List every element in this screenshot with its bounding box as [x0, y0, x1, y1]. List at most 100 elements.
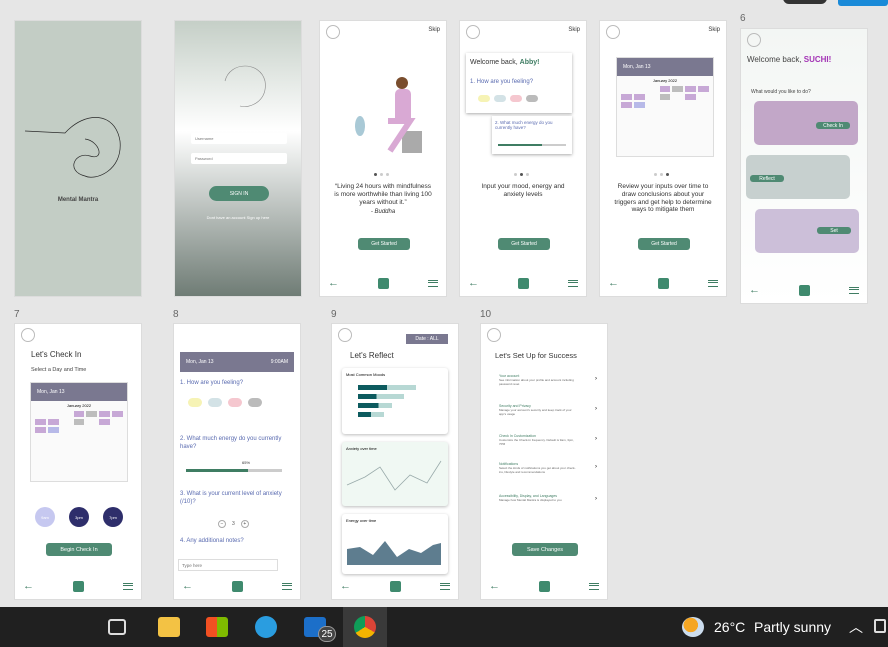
settings-list: Your account See information about your … — [489, 374, 601, 524]
skip-link[interactable]: Skip — [568, 27, 580, 33]
mood-scared[interactable] — [526, 95, 538, 102]
mood-angry[interactable] — [510, 95, 522, 102]
toolbar-button-partial[interactable] — [838, 0, 888, 6]
get-started-button[interactable]: Get Started — [638, 238, 690, 250]
logo-icon — [747, 33, 761, 47]
time-7pm[interactable]: 7pm — [103, 507, 123, 527]
chevron-right-icon: › — [595, 464, 597, 470]
energy-slider[interactable] — [498, 144, 566, 146]
frame-splash: Mental Mantra — [14, 20, 142, 297]
mood-other[interactable] — [268, 398, 282, 407]
mood-happy[interactable] — [188, 398, 202, 407]
weather-icon[interactable] — [682, 617, 704, 637]
home-icon[interactable] — [799, 284, 810, 296]
password-input[interactable] — [191, 153, 287, 164]
energy-pct: 65% — [242, 460, 251, 465]
calendar[interactable]: Mon, Jan 13 January 2022 — [30, 382, 128, 482]
menu-icon[interactable] — [428, 279, 438, 287]
settings-row-security[interactable]: Security and Privacy Manage your account… — [489, 404, 601, 434]
setting-desc: Customize the Check-In frequency. Defaul… — [499, 438, 574, 446]
back-arrow-icon[interactable]: ← — [749, 284, 760, 296]
menu-icon[interactable] — [123, 582, 133, 590]
moods-chart-title: Most Common Moods — [346, 372, 386, 377]
back-arrow-icon[interactable]: ← — [182, 580, 193, 592]
back-arrow-icon[interactable]: ← — [340, 580, 351, 592]
home-icon[interactable] — [539, 580, 550, 592]
plus-icon[interactable]: + — [240, 520, 249, 528]
menu-icon[interactable] — [849, 286, 859, 294]
menu-icon[interactable] — [282, 582, 292, 590]
menu-icon[interactable] — [440, 582, 450, 590]
get-started-button[interactable]: Get Started — [498, 238, 550, 250]
back-arrow-icon[interactable]: ← — [468, 277, 479, 289]
check-in-button[interactable]: Check In — [816, 122, 850, 129]
chevron-right-icon: › — [595, 436, 597, 442]
home-icon[interactable] — [658, 277, 669, 289]
frame-onboarding-1: Skip “Living 24 hours with mindfulness i… — [319, 20, 447, 297]
set-button[interactable]: Set — [817, 227, 851, 234]
anxiety-stepper[interactable]: − 3 + — [218, 520, 249, 528]
notes-input[interactable] — [178, 559, 278, 571]
home-icon[interactable] — [518, 277, 529, 289]
back-arrow-icon[interactable]: ← — [489, 580, 500, 592]
menu-icon[interactable] — [568, 279, 578, 287]
reflect-button[interactable]: Reflect — [750, 175, 784, 182]
menu-icon[interactable] — [708, 279, 718, 287]
energy-card: 2. What much energy do you currently hav… — [492, 116, 572, 154]
date-filter-badge[interactable]: Date : ALL — [406, 334, 448, 344]
menu-icon[interactable] — [589, 582, 599, 590]
signup-prompt: Dont have an account Sign up here — [175, 215, 301, 220]
mood-scared[interactable] — [248, 398, 262, 407]
brain-line-art — [25, 117, 121, 178]
edge-icon[interactable] — [255, 616, 277, 638]
back-arrow-icon[interactable]: ← — [23, 580, 34, 592]
record-indicator-partial — [783, 0, 827, 4]
bottom-nav: ← — [741, 277, 867, 303]
skip-link[interactable]: Skip — [428, 27, 440, 33]
begin-check-in-button[interactable]: Begin Check In — [46, 543, 112, 556]
page-dots — [654, 173, 669, 176]
energy-slider[interactable] — [186, 469, 282, 472]
check-in-card[interactable]: Check In — [754, 101, 858, 145]
energy-area — [347, 541, 441, 565]
welcome-card: Welcome back, Abby! 1. How are you feeli… — [466, 53, 572, 113]
chrome-icon[interactable] — [343, 607, 387, 647]
settings-row-notifications[interactable]: Notifications Select the kinds of notifi… — [489, 462, 601, 494]
mood-sad[interactable] — [494, 95, 506, 102]
chevron-up-icon[interactable]: ︿ — [849, 617, 863, 637]
sign-in-button[interactable]: SIGN IN — [209, 186, 269, 201]
task-view-icon[interactable] — [108, 619, 126, 635]
home-icon[interactable] — [378, 277, 389, 289]
bottom-nav: ← — [460, 270, 586, 296]
reflect-card[interactable]: Reflect — [746, 155, 850, 199]
bottom-nav: ← — [174, 573, 300, 599]
back-arrow-icon[interactable]: ← — [328, 277, 339, 289]
back-arrow-icon[interactable]: ← — [608, 277, 619, 289]
set-card[interactable]: Set — [755, 209, 859, 253]
get-started-button[interactable]: Get Started — [358, 238, 410, 250]
mood-sad[interactable] — [208, 398, 222, 407]
taskbar: 25 26°C Partly sunny ︿ — [0, 607, 888, 647]
file-explorer-icon[interactable] — [158, 617, 180, 637]
calendar[interactable]: Mon, Jan 13 January 2022 — [616, 57, 714, 157]
settings-row-accessibility[interactable]: Accessibility, Display, and Languages Ma… — [489, 494, 601, 524]
home-icon[interactable] — [390, 580, 401, 592]
time-3pm[interactable]: 3pm — [69, 507, 89, 527]
mood-happy[interactable] — [478, 95, 490, 102]
app-name: Mental Mantra — [57, 197, 99, 203]
sign-up-link[interactable]: Sign up — [247, 215, 261, 220]
home-icon[interactable] — [232, 580, 243, 592]
store-icon[interactable] — [206, 617, 228, 637]
date-header: Mon, Jan 13 9:00AM — [180, 352, 294, 372]
username-input[interactable] — [191, 133, 287, 144]
time-9am[interactable]: 9am — [35, 507, 55, 527]
minus-icon[interactable]: − — [218, 520, 226, 528]
skip-link[interactable]: Skip — [708, 27, 720, 33]
tray-icon-partial[interactable] — [874, 619, 886, 633]
mood-angry[interactable] — [228, 398, 242, 407]
home-icon[interactable] — [73, 580, 84, 592]
settings-row-account[interactable]: Your account See information about your … — [489, 374, 601, 404]
frame-check-in-form: Mon, Jan 13 9:00AM 1. How are you feeling… — [173, 323, 301, 600]
settings-row-check-in[interactable]: Check In Customization Customize the Che… — [489, 434, 601, 462]
save-changes-button[interactable]: Save Changes — [512, 543, 578, 556]
